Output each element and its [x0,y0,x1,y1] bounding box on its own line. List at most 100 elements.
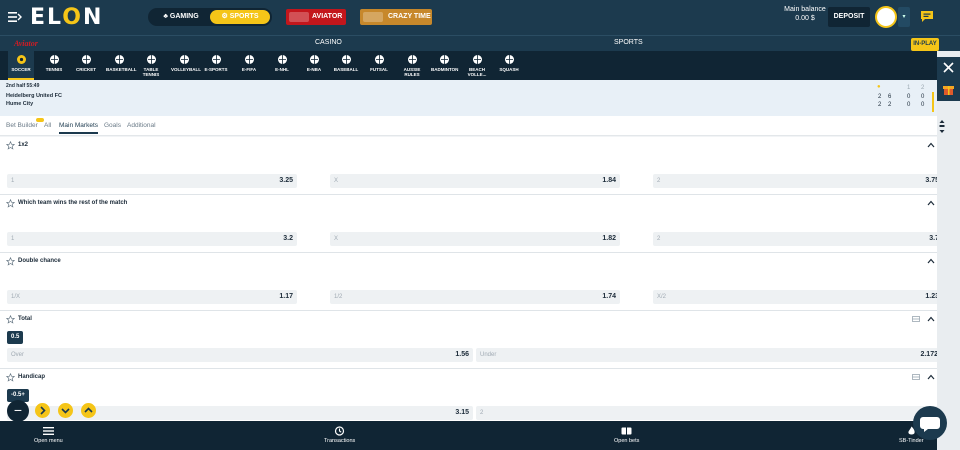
chevron-up-button[interactable] [81,403,96,418]
aussie-rules-icon [407,55,417,64]
tab-all[interactable]: All [44,122,51,129]
sport-tab-e-nba[interactable]: E-NBA [301,54,327,72]
open-bets-button[interactable]: Open bets [614,426,639,444]
star-icon[interactable] [6,373,15,382]
sport-tab-badminton[interactable]: BADMINTON [431,54,458,72]
elon-logo[interactable]: ELON [30,5,103,30]
odds-button[interactable]: X/2 1.23 [653,290,937,304]
expand-table-icon[interactable] [912,316,920,322]
gamepad-icon [211,55,221,64]
sport-label: E-NHL [275,67,289,72]
casino-link[interactable]: CASINO [315,39,342,46]
transactions-button[interactable]: Transactions [324,426,355,444]
chevron-up-icon[interactable] [927,258,935,264]
cricket-icon [81,55,91,64]
odds-label: 1 [11,178,15,184]
sport-tab-e-nhl[interactable]: E-NHL [269,54,295,72]
sport-tab-cricket[interactable]: CRICKET [73,54,99,72]
star-icon[interactable] [6,141,15,150]
new-badge [36,118,44,122]
gaming-toggle[interactable]: ♣ GAMING [152,10,210,24]
collapse-minus-button[interactable]: − [7,400,29,422]
star-icon[interactable] [6,315,15,324]
col-header-2: 2 [921,85,925,91]
home-score-3: 0 [921,94,925,100]
crazy-time-button[interactable]: CRAZY TIME [360,9,432,25]
sport-tab-beach-volle[interactable]: BEACH VOLLE... [464,54,490,77]
sport-label: FUTSAL [370,67,388,72]
beach-volleyball-icon [472,55,482,64]
star-icon[interactable] [6,199,15,208]
tab-main-markets[interactable]: Main Markets [59,122,99,134]
crossed-swords-icon[interactable] [937,57,960,79]
chevron-down-icon[interactable]: ▾ [898,7,910,27]
sport-tab-e-fifa[interactable]: E-FIFA [236,54,262,72]
star-icon[interactable] [6,257,15,266]
sport-tab-e-sports[interactable]: E-SPORTS [203,54,229,72]
right-rail [937,51,960,450]
chevron-up-icon[interactable] [927,316,935,322]
menu-arrow-icon[interactable] [8,11,22,23]
sport-label: E-FIFA [241,67,257,72]
sport-tab-aussie-rules[interactable]: AUSSIE RULES [399,54,425,77]
market-which-team-wins-the-rest-of-the-match: Which team wins the rest of the match 1 3.… [0,195,937,253]
tab-goals[interactable]: Goals [104,122,121,129]
odds-button[interactable]: 23.7 [653,232,937,246]
chevron-right-button[interactable] [35,403,50,418]
line-selector[interactable]: 0.5 [7,331,24,344]
odds-value: 2.172 [920,351,937,358]
sports-toggle[interactable]: ⚙ SPORTS [210,10,270,24]
tab-bet-builder[interactable]: Bet Builder [6,122,38,129]
avatar[interactable] [875,6,897,28]
odds-button[interactable]: 13.15 [7,406,473,420]
scrollbar[interactable] [939,119,945,134]
odds-label: 1/X [11,294,21,300]
odds-button[interactable]: 1 3.25 [7,174,297,188]
odds-button[interactable]: 1 3.2 [7,232,297,246]
sport-label: E-NBA [306,67,322,72]
chevron-up-icon[interactable] [927,142,935,148]
chevron-up-icon[interactable] [927,374,935,380]
aviator-button[interactable]: AVIATOR [286,9,346,25]
sport-tab-volleyball[interactable]: VOLLEYBALL [171,54,201,72]
odds-button[interactable]: Under 2.172 [476,348,937,362]
sports-link[interactable]: SPORTS [614,39,643,46]
market-handicap: Handicap-0.5+13.152 [0,369,937,421]
odds-button[interactable]: 2 [476,406,937,420]
tab-additional[interactable]: Additional [127,122,156,129]
gift-icon[interactable] [937,79,960,101]
odds-button[interactable]: 1/2 1.74 [330,290,620,304]
odds-button[interactable]: X 1.84 [330,174,620,188]
odds-value: 3.25 [279,177,293,184]
sport-tab-baseball[interactable]: BASEBALL [333,54,359,72]
balance-label: Main balance [784,6,826,13]
odds-value: 1.56 [455,351,469,358]
odds-button[interactable]: Over 1.56 [7,348,473,362]
open-bets-label: Open bets [614,438,640,444]
sport-tab-futsal[interactable]: FUTSAL [366,54,392,72]
aviator-logo[interactable]: Aviator [14,39,38,48]
sport-tab-tennis[interactable]: TENNIS [41,54,67,72]
live-chat-button[interactable] [913,406,947,440]
sport-tab-soccer[interactable]: SOCCER [8,51,34,80]
odds-button[interactable]: 1/X 1.17 [7,290,297,304]
odds-button[interactable]: 23.75 [653,174,937,188]
messages-icon[interactable] [920,10,934,23]
chevron-up-icon[interactable] [927,200,935,206]
sport-label: SOCCER [11,67,31,72]
away-team: Hume City [6,101,34,107]
deposit-button[interactable]: DEPOSIT [828,7,870,27]
sport-tab-basketball[interactable]: BASKETBALL [106,54,137,72]
expand-table-icon[interactable] [912,374,920,380]
open-menu-button[interactable]: Open menu [34,426,63,444]
futsal-icon [374,55,384,64]
in-play-button[interactable]: IN-PLAY [911,38,939,51]
sport-tab-squash[interactable]: SQUASH [496,54,522,72]
chevron-down-button[interactable] [58,403,73,418]
odds-button[interactable]: X 1.82 [330,232,620,246]
basketball-icon [114,55,124,64]
sport-tab-table-tennis[interactable]: TABLE TENNIS [138,54,164,77]
odds-label: 1 [11,236,15,242]
balance-value: 0.00 $ [795,15,815,22]
match-header: 2nd half 55:49 Heidelberg United FC Hume… [0,80,937,116]
